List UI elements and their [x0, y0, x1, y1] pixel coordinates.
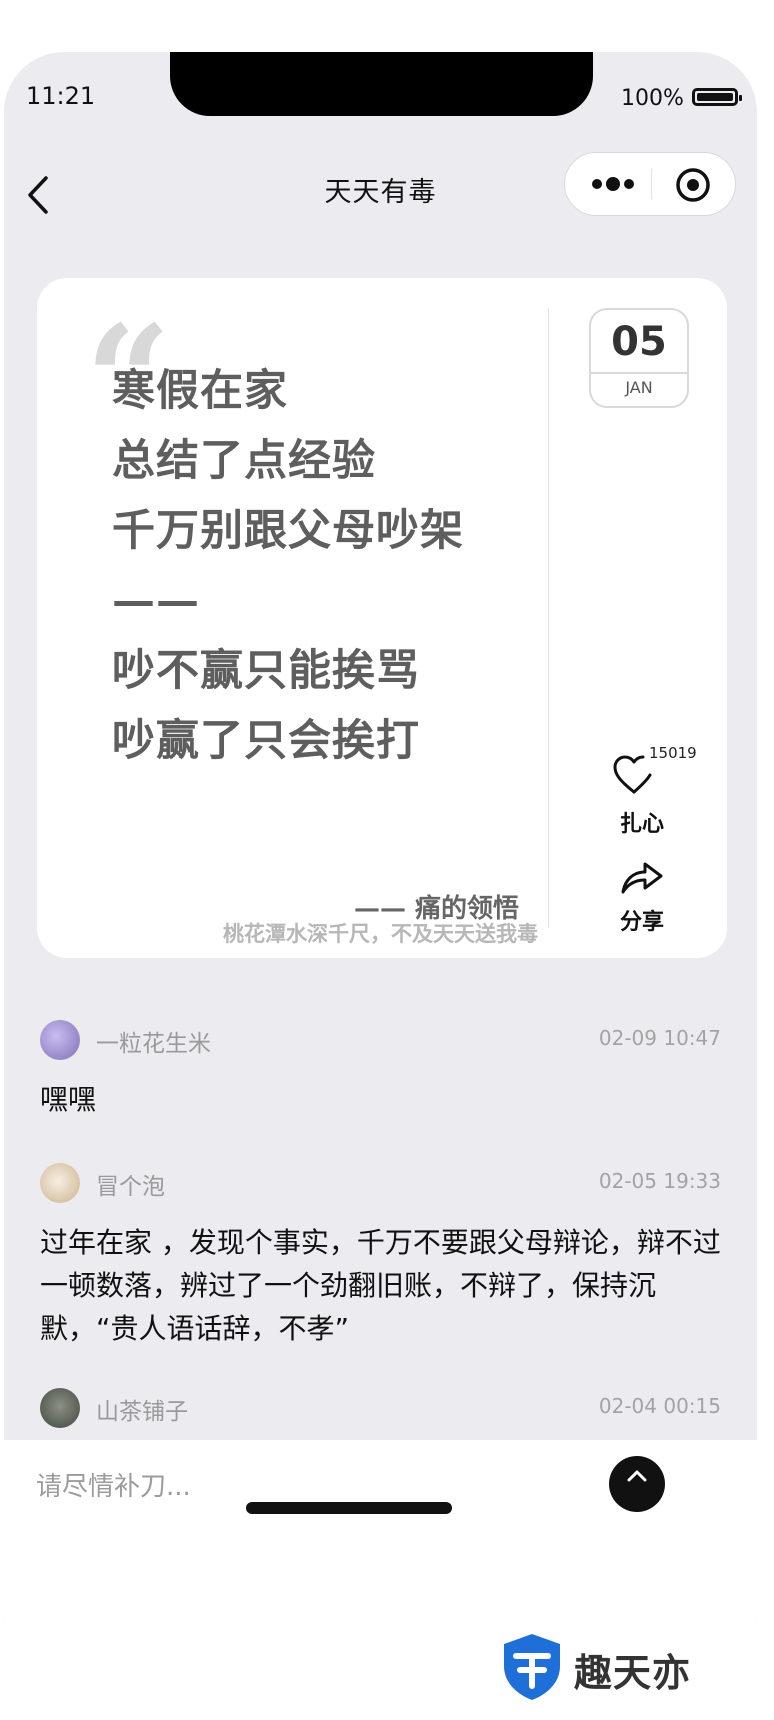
target-icon	[676, 168, 710, 202]
more-dots-icon	[592, 177, 634, 191]
more-button[interactable]	[587, 169, 647, 199]
quote-line: 吵不赢只能挨骂	[112, 646, 420, 696]
like-button[interactable]: 15019 扎心	[597, 744, 697, 844]
notch	[170, 52, 593, 116]
date-separator	[591, 372, 687, 374]
home-indicator	[246, 1502, 452, 1514]
arrow-up-icon	[627, 1470, 647, 1482]
quote-line: 总结了点经验	[112, 436, 376, 486]
date-badge: 05 JAN	[589, 308, 689, 408]
watermark-text: 趣天亦	[574, 1651, 692, 1695]
comment-author[interactable]: 冒个泡	[96, 1167, 165, 1201]
date-day: 05	[611, 319, 667, 365]
quote-line: 寒假在家	[112, 366, 288, 416]
quote-line: 千万别跟父母吵架	[112, 506, 464, 556]
quote-line: ——	[112, 576, 200, 626]
send-button[interactable]	[609, 1456, 665, 1512]
avatar[interactable]	[40, 1388, 80, 1428]
battery-icon	[692, 88, 742, 106]
capsule-divider	[651, 169, 652, 199]
tagline: 桃花潭水深千尺，不及天天送我毒	[223, 921, 538, 946]
comment-time: 02-09 10:47	[598, 1026, 721, 1050]
avatar[interactable]	[40, 1163, 80, 1203]
close-miniprogram-button[interactable]	[673, 165, 713, 205]
comment-text: 过年在家 ，发现个事实，千万不要跟父母辩论，辩不过一顿数落，辨过了一个劲翻旧账，…	[40, 1226, 721, 1345]
comment-text: 嘿嘿	[40, 1083, 97, 1116]
quote-line: 吵赢了只会挨打	[112, 716, 420, 766]
like-label: 扎心	[619, 812, 664, 837]
comment-author[interactable]: 一粒花生米	[96, 1024, 211, 1058]
battery-percentage: 100%	[621, 86, 684, 111]
date-month: JAN	[625, 378, 653, 397]
quote-text: 寒假在家 总结了点经验 千万别跟父母吵架 —— 吵不赢只能挨骂 吵赢了只会挨打	[112, 356, 464, 776]
comment-time: 02-04 00:15	[598, 1394, 721, 1418]
status-time: 11:21	[26, 82, 96, 110]
miniprogram-capsule	[564, 152, 736, 216]
shield-logo-icon	[504, 1634, 560, 1700]
comment-time: 02-05 19:33	[598, 1169, 721, 1193]
comment-author[interactable]: 山茶铺子	[96, 1392, 188, 1426]
like-count: 15019	[649, 744, 697, 762]
phone-screen: 11:21 100% 天天有毒 “ 寒假在家 总结了点经验 千万别跟父母吵架 —…	[4, 52, 757, 1676]
watermark: 趣天亦	[478, 1612, 728, 1720]
card-divider	[548, 308, 549, 928]
avatar[interactable]	[40, 1020, 80, 1060]
share-icon	[621, 862, 663, 894]
quote-card: “ 寒假在家 总结了点经验 千万别跟父母吵架 —— 吵不赢只能挨骂 吵赢了只会挨…	[37, 278, 727, 958]
